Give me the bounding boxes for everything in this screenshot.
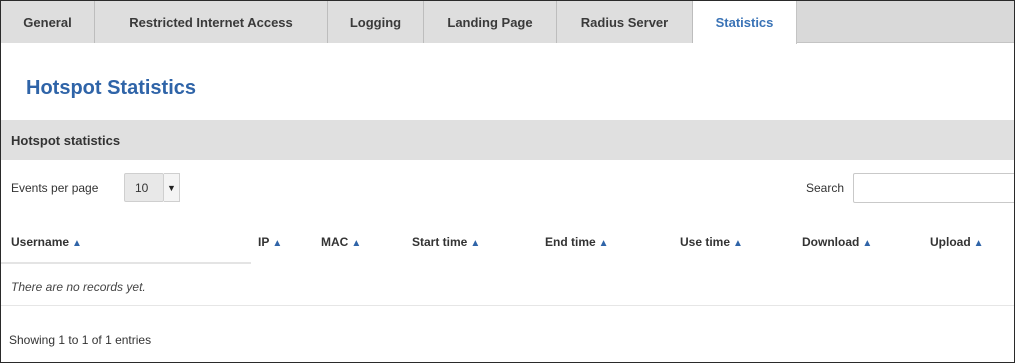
column-label: Start time [412, 235, 468, 249]
tab-radius-server[interactable]: Radius Server [557, 1, 693, 43]
sort-asc-icon: ▲ [470, 238, 481, 249]
column-label: Upload [930, 235, 971, 249]
hotspot-statistics-window: General Restricted Internet Access Loggi… [0, 0, 1015, 363]
sort-asc-icon: ▲ [351, 238, 362, 249]
column-header-end-time[interactable]: End time ▲ [545, 235, 609, 249]
column-header-ip[interactable]: IP ▲ [258, 235, 282, 249]
search-input[interactable] [853, 173, 1014, 203]
sort-asc-icon: ▲ [272, 238, 283, 249]
tab-logging[interactable]: Logging [328, 1, 424, 43]
events-per-page-value: 10 [135, 180, 149, 195]
table-controls: Events per page 10 ▼ Search [1, 170, 1014, 204]
tab-bar: General Restricted Internet Access Loggi… [1, 1, 1014, 44]
column-label: MAC [321, 235, 349, 249]
sort-asc-icon: ▲ [733, 238, 743, 249]
column-label: Username [11, 235, 70, 249]
tab-landing-page[interactable]: Landing Page [424, 1, 557, 43]
table-header: Username ▲ IP ▲ MAC ▲ Start time ▲ End time ▲… [1, 220, 1014, 263]
events-per-page-select[interactable]: 10 [124, 173, 164, 202]
column-label: Use time [680, 235, 731, 249]
pagination-info: Showing 1 to 1 of 1 entries [9, 333, 152, 347]
sort-asc-icon: ▲ [598, 238, 609, 249]
tab-general[interactable]: General [1, 1, 95, 43]
tab-statistics[interactable]: Statistics [693, 1, 797, 44]
column-label: Download [802, 235, 860, 249]
sort-asc-icon: ▲ [862, 238, 873, 249]
search-label: Search [806, 181, 845, 195]
column-label: IP [258, 235, 270, 249]
section-header: Hotspot statistics [1, 120, 1014, 160]
sort-asc-icon: ▲ [973, 238, 984, 249]
tab-restricted-internet-access[interactable]: Restricted Internet Access [95, 1, 328, 43]
column-label: End time [545, 235, 596, 249]
empty-message: There are no records yet. [11, 280, 146, 294]
select-caret-icon[interactable]: ▼ [164, 173, 180, 202]
table-row-empty: There are no records yet. [1, 264, 1014, 306]
column-header-upload[interactable]: Upload ▲ [930, 235, 984, 249]
column-header-start-time[interactable]: Start time ▲ [412, 235, 480, 249]
events-per-page-label: Events per page [11, 181, 99, 195]
sort-asc-icon: ▲ [72, 238, 82, 249]
column-header-use-time[interactable]: Use time ▲ [680, 235, 743, 249]
column-header-mac[interactable]: MAC ▲ [321, 235, 361, 249]
column-header-username[interactable]: Username ▲ [11, 235, 82, 249]
column-header-download[interactable]: Download ▲ [802, 235, 872, 249]
page-title: Hotspot Statistics [26, 77, 197, 99]
section-title: Hotspot statistics [11, 132, 121, 148]
